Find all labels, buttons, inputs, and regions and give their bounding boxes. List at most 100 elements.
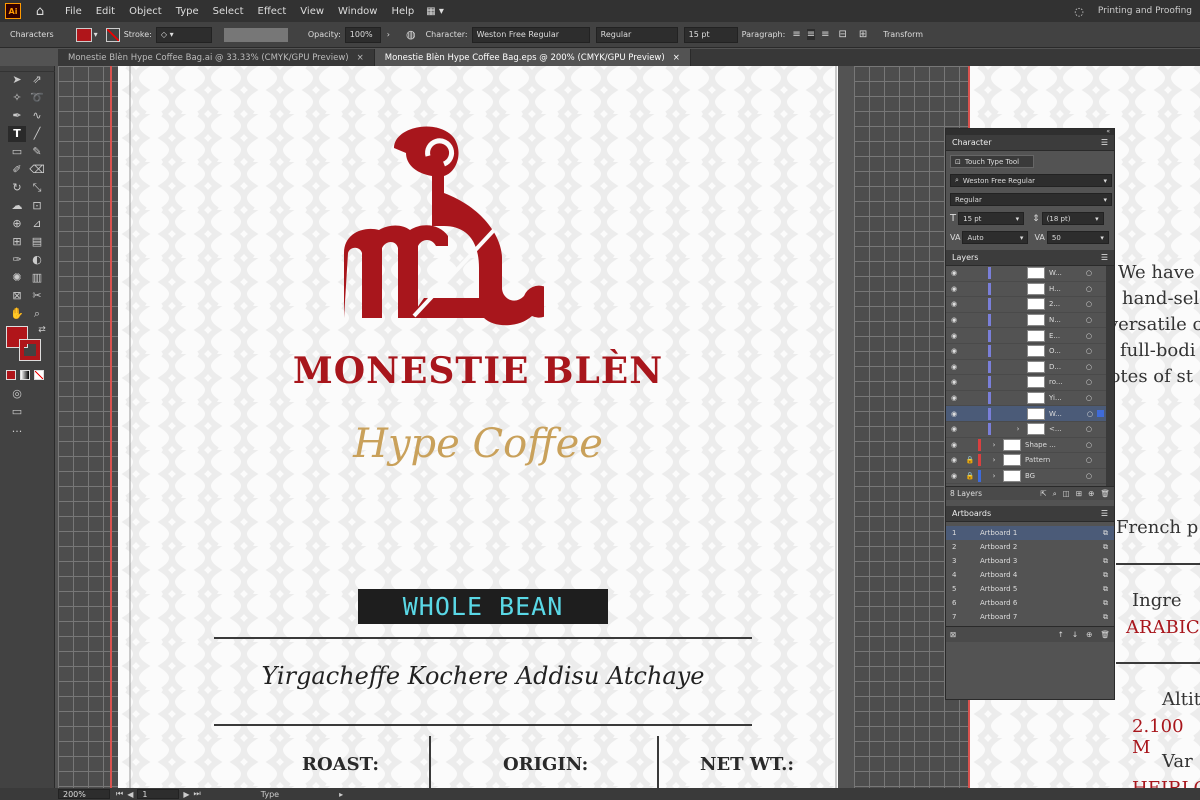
free-transform-icon[interactable]: ⊡ <box>28 198 46 214</box>
font-style-select[interactable]: Regular ▾ <box>950 193 1112 206</box>
target-circle-icon[interactable]: ○ <box>1086 425 1092 433</box>
eye-icon[interactable]: ◉ <box>946 410 962 418</box>
target-circle-icon[interactable]: ○ <box>1086 472 1092 480</box>
layer-row[interactable]: ◉ › <... ○ <box>946 422 1114 438</box>
export-icon[interactable]: ⇱ <box>1040 489 1046 498</box>
layer-row[interactable]: ◉ › Shape ... ○ <box>946 438 1114 454</box>
eye-icon[interactable]: ◉ <box>946 472 962 480</box>
color-mode-icon[interactable] <box>6 370 16 380</box>
new-sublayer-icon[interactable]: ⊞ <box>1076 489 1082 498</box>
next-artboard-icon[interactable]: ▶ <box>183 790 189 799</box>
none-mode-icon[interactable] <box>34 370 44 380</box>
close-icon[interactable]: × <box>673 53 680 63</box>
gradient-tool-icon[interactable]: ▤ <box>28 234 46 250</box>
trash-icon[interactable]: 🗑 <box>1100 630 1110 639</box>
artboard-options-icon[interactable]: ⧉ <box>1103 571 1108 580</box>
eye-icon[interactable]: ◉ <box>946 425 962 433</box>
eye-icon[interactable]: ◉ <box>946 394 962 402</box>
scale-tool-icon[interactable]: ⤡ <box>28 180 46 196</box>
target-circle-icon[interactable]: ○ <box>1086 456 1092 464</box>
layer-row[interactable]: ◉ 🔒 › Pattern ○ <box>946 453 1114 469</box>
eye-icon[interactable]: ◉ <box>946 378 962 386</box>
magic-wand-icon[interactable]: ✧ <box>8 90 26 106</box>
layer-row[interactable]: ◉ 2... ○ <box>946 297 1114 313</box>
target-circle-icon[interactable]: ○ <box>1087 410 1093 418</box>
artboard-options-icon[interactable]: ⧉ <box>1103 543 1108 552</box>
expand-arrow-icon[interactable]: › <box>985 441 1003 449</box>
menu-object[interactable]: Object <box>129 6 162 17</box>
prev-artboard-icon[interactable]: ◀ <box>127 790 133 799</box>
artboard-row[interactable]: 3 Artboard 3 ⧉ <box>946 554 1114 568</box>
layer-row[interactable]: ◉ ro... ○ <box>946 375 1114 391</box>
eraser-icon[interactable]: ⌫ <box>28 162 46 178</box>
layer-row[interactable]: ◉ W... ○ <box>946 406 1114 422</box>
artboard-options-icon[interactable]: ⧉ <box>1103 585 1108 594</box>
artboard-row[interactable]: 7 Artboard 7 ⧉ <box>946 610 1114 624</box>
font-family-select[interactable]: Weston Free Regular <box>471 26 590 43</box>
artboard-options-icon[interactable]: ⧉ <box>1103 529 1108 538</box>
menu-view[interactable]: View <box>300 6 324 17</box>
direct-selection-tool-icon[interactable]: ⇗ <box>28 72 46 88</box>
layer-row[interactable]: ◉ H... ○ <box>946 282 1114 298</box>
eye-icon[interactable]: ◉ <box>946 363 962 371</box>
rectangle-tool-icon[interactable]: ▭ <box>8 144 26 160</box>
target-circle-icon[interactable]: ○ <box>1086 394 1092 402</box>
menu-window[interactable]: Window <box>338 6 377 17</box>
panel-menu-icon[interactable]: ☰ <box>1101 253 1108 262</box>
font-size-field[interactable]: 15 pt <box>683 26 738 43</box>
artboard-row[interactable]: 6 Artboard 6 ⧉ <box>946 596 1114 610</box>
target-circle-icon[interactable]: ○ <box>1086 300 1092 308</box>
align-left-icon[interactable]: ≡ <box>792 29 800 40</box>
shaper-tool-icon[interactable]: ✐ <box>8 162 26 178</box>
leading-field[interactable]: (18 pt) ▾ <box>1041 212 1104 225</box>
symbol-sprayer-icon[interactable]: ✺ <box>8 270 26 286</box>
layers-scrollbar[interactable] <box>1106 266 1114 486</box>
graph-tool-icon[interactable]: ▥ <box>28 270 46 286</box>
pen-tool-icon[interactable]: ✒ <box>8 108 26 124</box>
layer-row[interactable]: ◉ 🔒 › BG ○ <box>946 469 1114 485</box>
stroke-weight-field[interactable]: ◇ ▾ <box>155 26 212 43</box>
menu-edit[interactable]: Edit <box>96 6 115 17</box>
align-objects-icon[interactable]: ⊟ <box>838 29 846 40</box>
lock-toggle-icon[interactable]: 🔒 <box>962 472 978 480</box>
eye-icon[interactable]: ◉ <box>946 316 962 324</box>
curvature-tool-icon[interactable]: ∿ <box>28 108 46 124</box>
panel-menu-icon[interactable]: ☰ <box>1101 509 1108 518</box>
make-clipping-mask-icon[interactable]: ◫ <box>1063 489 1070 498</box>
last-artboard-icon[interactable]: ⏭ <box>194 789 201 799</box>
menu-type[interactable]: Type <box>176 6 199 17</box>
layer-row[interactable]: ◉ W... ○ <box>946 266 1114 282</box>
expand-arrow-icon[interactable]: › <box>1009 425 1027 433</box>
search-icon[interactable]: ⌕ <box>1053 489 1057 499</box>
move-down-icon[interactable]: ↓ <box>1072 630 1078 639</box>
menu-select[interactable]: Select <box>213 6 244 17</box>
close-icon[interactable]: × <box>357 53 364 63</box>
touch-type-button[interactable]: ⊡ Touch Type Tool <box>950 155 1034 168</box>
artboard-1[interactable]: MONESTIE BLÈN Hype Coffee WHOLE BEAN Yir… <box>118 66 838 788</box>
status-menu-icon[interactable]: ▸ <box>339 790 343 799</box>
menu-effect[interactable]: Effect <box>258 6 287 17</box>
align-center-icon[interactable]: ≡ <box>806 29 816 40</box>
stroke-swatch[interactable] <box>105 27 120 42</box>
stroke-color-swatch[interactable] <box>19 339 41 361</box>
kerning-field[interactable]: Auto ▾ <box>962 231 1029 244</box>
lightbulb-icon[interactable]: ◌ <box>1074 5 1084 18</box>
blend-tool-icon[interactable]: ◐ <box>28 252 46 268</box>
slice-tool-icon[interactable]: ✂ <box>28 288 46 304</box>
eye-icon[interactable]: ◉ <box>946 347 962 355</box>
recolor-icon[interactable]: ◍ <box>406 28 416 41</box>
gradient-mode-icon[interactable] <box>20 370 30 380</box>
artboard-options-icon[interactable]: ⧉ <box>1103 557 1108 566</box>
layer-row[interactable]: ◉ D... ○ <box>946 360 1114 376</box>
zoom-field[interactable]: 200% <box>58 789 110 799</box>
artboard-options-icon[interactable]: ⧉ <box>1103 613 1108 622</box>
hand-tool-icon[interactable]: ✋ <box>8 306 26 322</box>
artboard-row[interactable]: 4 Artboard 4 ⧉ <box>946 568 1114 582</box>
transform-button[interactable]: Transform <box>883 30 923 39</box>
eye-icon[interactable]: ◉ <box>946 456 962 464</box>
font-style-select[interactable]: Regular <box>595 26 678 43</box>
eye-icon[interactable]: ◉ <box>946 300 962 308</box>
layer-row[interactable]: ◉ Yi... ○ <box>946 391 1114 407</box>
menu-help[interactable]: Help <box>391 6 414 17</box>
workspace-switcher-icon[interactable]: ▦ ▾ <box>426 6 444 17</box>
